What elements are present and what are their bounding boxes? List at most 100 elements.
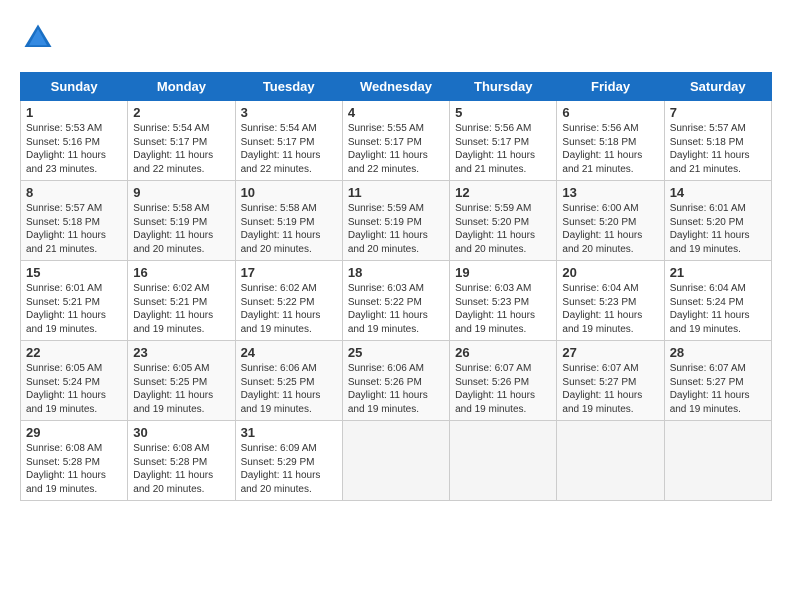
calendar-day-empty	[557, 421, 664, 501]
calendar-week-5: 29 Sunrise: 6:08 AMSunset: 5:28 PMDayligh…	[21, 421, 772, 501]
day-number: 21	[670, 265, 766, 280]
day-number: 8	[26, 185, 122, 200]
calendar-day-empty	[664, 421, 771, 501]
calendar-day-7: 7 Sunrise: 5:57 AMSunset: 5:18 PMDaylight…	[664, 101, 771, 181]
day-number: 10	[241, 185, 337, 200]
day-number: 4	[348, 105, 444, 120]
calendar-day-empty	[450, 421, 557, 501]
day-number: 3	[241, 105, 337, 120]
calendar-day-10: 10 Sunrise: 5:58 AMSunset: 5:19 PMDayligh…	[235, 181, 342, 261]
day-info: Sunrise: 6:05 AMSunset: 5:24 PMDaylight:…	[26, 362, 122, 416]
calendar-day-20: 20Sunrise: 6:04 AMSunset: 5:23 PMDayligh…	[557, 261, 664, 341]
calendar-day-16: 16 Sunrise: 6:02 AMSunset: 5:21 PMDayligh…	[128, 261, 235, 341]
day-info: Sunrise: 6:08 AMSunset: 5:28 PMDaylight:…	[133, 442, 229, 496]
calendar-day-9: 9 Sunrise: 5:58 AMSunset: 5:19 PMDaylight…	[128, 181, 235, 261]
day-info: Sunrise: 6:02 AMSunset: 5:22 PMDaylight:…	[241, 282, 337, 336]
calendar-day-13: 13 Sunrise: 6:00 AMSunset: 5:20 PMDayligh…	[557, 181, 664, 261]
day-info: Sunrise: 6:09 AMSunset: 5:29 PMDaylight:…	[241, 442, 337, 496]
calendar-day-29: 29 Sunrise: 6:08 AMSunset: 5:28 PMDayligh…	[21, 421, 128, 501]
logo-icon	[20, 20, 56, 56]
calendar-day-26: 26Sunrise: 6:07 AMSunset: 5:26 PMDayligh…	[450, 341, 557, 421]
calendar-day-8: 8 Sunrise: 5:57 AMSunset: 5:18 PMDaylight…	[21, 181, 128, 261]
day-info: Sunrise: 5:59 AMSunset: 5:19 PMDaylight:…	[348, 202, 444, 256]
calendar-day-4: 4 Sunrise: 5:55 AMSunset: 5:17 PMDaylight…	[342, 101, 449, 181]
day-number: 7	[670, 105, 766, 120]
calendar-day-22: 22 Sunrise: 6:05 AMSunset: 5:24 PMDayligh…	[21, 341, 128, 421]
day-number: 2	[133, 105, 229, 120]
day-number: 18	[348, 265, 444, 280]
day-number: 6	[562, 105, 658, 120]
day-info: Sunrise: 6:08 AMSunset: 5:28 PMDaylight:…	[26, 442, 122, 496]
calendar-day-5: 5 Sunrise: 5:56 AMSunset: 5:17 PMDaylight…	[450, 101, 557, 181]
day-info: Sunrise: 5:55 AMSunset: 5:17 PMDaylight:…	[348, 122, 444, 176]
calendar-day-18: 18 Sunrise: 6:03 AMSunset: 5:22 PMDayligh…	[342, 261, 449, 341]
day-info: Sunrise: 6:00 AMSunset: 5:20 PMDaylight:…	[562, 202, 658, 256]
calendar-day-28: 28Sunrise: 6:07 AMSunset: 5:27 PMDayligh…	[664, 341, 771, 421]
calendar-day-2: 2 Sunrise: 5:54 AMSunset: 5:17 PMDaylight…	[128, 101, 235, 181]
calendar-week-3: 15 Sunrise: 6:01 AMSunset: 5:21 PMDayligh…	[21, 261, 772, 341]
logo	[20, 20, 60, 56]
calendar-day-1: 1 Sunrise: 5:53 AMSunset: 5:16 PMDaylight…	[21, 101, 128, 181]
day-info: Sunrise: 5:59 AMSunset: 5:20 PMDaylight:…	[455, 202, 551, 256]
calendar-day-27: 27Sunrise: 6:07 AMSunset: 5:27 PMDayligh…	[557, 341, 664, 421]
calendar-day-21: 21 Sunrise: 6:04 AMSunset: 5:24 PMDayligh…	[664, 261, 771, 341]
day-header-monday: Monday	[128, 73, 235, 101]
day-number: 20	[562, 265, 658, 280]
day-info: Sunrise: 5:57 AMSunset: 5:18 PMDaylight:…	[670, 122, 766, 176]
day-info: Sunrise: 5:54 AMSunset: 5:17 PMDaylight:…	[241, 122, 337, 176]
calendar-day-24: 24 Sunrise: 6:06 AMSunset: 5:25 PMDayligh…	[235, 341, 342, 421]
day-info: Sunrise: 6:01 AMSunset: 5:20 PMDaylight:…	[670, 202, 766, 256]
calendar-day-19: 19Sunrise: 6:03 AMSunset: 5:23 PMDayligh…	[450, 261, 557, 341]
day-info: Sunrise: 5:57 AMSunset: 5:18 PMDaylight:…	[26, 202, 122, 256]
calendar-day-23: 23Sunrise: 6:05 AMSunset: 5:25 PMDayligh…	[128, 341, 235, 421]
calendar-day-3: 3 Sunrise: 5:54 AMSunset: 5:17 PMDaylight…	[235, 101, 342, 181]
calendar-day-30: 30 Sunrise: 6:08 AMSunset: 5:28 PMDayligh…	[128, 421, 235, 501]
day-info: Sunrise: 5:56 AMSunset: 5:17 PMDaylight:…	[455, 122, 551, 176]
day-info: Sunrise: 5:56 AMSunset: 5:18 PMDaylight:…	[562, 122, 658, 176]
day-info: Sunrise: 6:01 AMSunset: 5:21 PMDaylight:…	[26, 282, 122, 336]
day-number: 25	[348, 345, 444, 360]
day-header-sunday: Sunday	[21, 73, 128, 101]
day-info: Sunrise: 5:58 AMSunset: 5:19 PMDaylight:…	[133, 202, 229, 256]
day-number: 30	[133, 425, 229, 440]
day-info: Sunrise: 5:53 AMSunset: 5:16 PMDaylight:…	[26, 122, 122, 176]
day-number: 11	[348, 185, 444, 200]
calendar-day-empty	[342, 421, 449, 501]
day-number: 13	[562, 185, 658, 200]
day-header-saturday: Saturday	[664, 73, 771, 101]
day-info: Sunrise: 6:06 AMSunset: 5:26 PMDaylight:…	[348, 362, 444, 416]
page-header	[20, 20, 772, 56]
day-info: Sunrise: 6:07 AMSunset: 5:26 PMDaylight:…	[455, 362, 551, 416]
day-number: 23	[133, 345, 229, 360]
day-header-tuesday: Tuesday	[235, 73, 342, 101]
day-info: Sunrise: 5:58 AMSunset: 5:19 PMDaylight:…	[241, 202, 337, 256]
day-number: 5	[455, 105, 551, 120]
calendar-day-15: 15 Sunrise: 6:01 AMSunset: 5:21 PMDayligh…	[21, 261, 128, 341]
day-info: Sunrise: 6:03 AMSunset: 5:23 PMDaylight:…	[455, 282, 551, 336]
days-header-row: SundayMondayTuesdayWednesdayThursdayFrid…	[21, 73, 772, 101]
day-number: 28	[670, 345, 766, 360]
day-number: 31	[241, 425, 337, 440]
day-number: 17	[241, 265, 337, 280]
day-info: Sunrise: 6:04 AMSunset: 5:24 PMDaylight:…	[670, 282, 766, 336]
day-header-thursday: Thursday	[450, 73, 557, 101]
day-number: 24	[241, 345, 337, 360]
day-info: Sunrise: 6:03 AMSunset: 5:22 PMDaylight:…	[348, 282, 444, 336]
calendar-week-2: 8 Sunrise: 5:57 AMSunset: 5:18 PMDaylight…	[21, 181, 772, 261]
day-number: 22	[26, 345, 122, 360]
day-number: 9	[133, 185, 229, 200]
day-info: Sunrise: 5:54 AMSunset: 5:17 PMDaylight:…	[133, 122, 229, 176]
calendar-day-31: 31 Sunrise: 6:09 AMSunset: 5:29 PMDayligh…	[235, 421, 342, 501]
calendar-day-11: 11 Sunrise: 5:59 AMSunset: 5:19 PMDayligh…	[342, 181, 449, 261]
day-number: 14	[670, 185, 766, 200]
day-info: Sunrise: 6:02 AMSunset: 5:21 PMDaylight:…	[133, 282, 229, 336]
calendar-week-1: 1 Sunrise: 5:53 AMSunset: 5:16 PMDaylight…	[21, 101, 772, 181]
day-info: Sunrise: 6:06 AMSunset: 5:25 PMDaylight:…	[241, 362, 337, 416]
day-number: 29	[26, 425, 122, 440]
day-header-wednesday: Wednesday	[342, 73, 449, 101]
calendar-week-4: 22 Sunrise: 6:05 AMSunset: 5:24 PMDayligh…	[21, 341, 772, 421]
day-number: 1	[26, 105, 122, 120]
calendar-day-6: 6 Sunrise: 5:56 AMSunset: 5:18 PMDaylight…	[557, 101, 664, 181]
day-number: 15	[26, 265, 122, 280]
day-number: 16	[133, 265, 229, 280]
